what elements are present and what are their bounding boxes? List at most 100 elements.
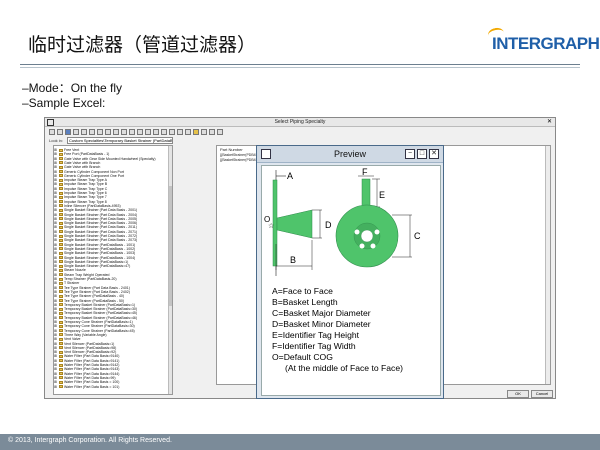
folder-icon: [59, 260, 63, 264]
specialty-tree[interactable]: ⊞ Free Vent ⊞ Free Port (PartDataBasis - 1)…: [53, 145, 173, 395]
close-preview-icon[interactable]: ✕: [429, 149, 439, 159]
legend-line: C=Basket Major Diameter: [272, 308, 371, 318]
cut-icon[interactable]: [89, 129, 95, 135]
folder-icon: [59, 182, 63, 186]
bullet-sample-excel: –Sample Excel:: [22, 96, 106, 110]
cog-marker: ☆: [268, 222, 274, 230]
forward-icon[interactable]: [57, 129, 63, 135]
folder-icon: [59, 238, 63, 242]
details-view-icon[interactable]: [81, 129, 87, 135]
identifier-tag: [361, 178, 371, 208]
header-divider-secondary: [20, 67, 580, 68]
folder-icon: [59, 294, 63, 298]
dim-label-f: F: [362, 167, 368, 177]
cone-basket: [276, 209, 313, 239]
tree-item-label: Water Filter (Part Data Basis = 101): [64, 384, 120, 389]
paste-icon[interactable]: [105, 129, 111, 135]
tree-scrollbar-thumb[interactable]: [169, 186, 172, 306]
folder-icon: [59, 234, 63, 238]
legend-line: D=Basket Minor Diameter: [272, 319, 371, 329]
folder-icon: [59, 376, 63, 380]
folder-icon: [59, 316, 63, 320]
folder-icon: [59, 187, 63, 191]
part-list-row[interactable]: {{BasketStrainer(PDB45)}: [220, 158, 260, 162]
folder-icon: [59, 337, 63, 341]
folder-icon: [59, 363, 63, 367]
small-icons-icon[interactable]: [137, 129, 143, 135]
folder-icon: [59, 342, 63, 345]
folder-icon: [59, 230, 63, 234]
tree-scrollbar[interactable]: [168, 146, 172, 394]
part-list-scrollbar[interactable]: [545, 146, 550, 384]
large-icons-icon[interactable]: [129, 129, 135, 135]
folder-icon: [59, 170, 63, 173]
folder-icon: [59, 191, 63, 195]
up-folder-icon[interactable]: [65, 129, 71, 135]
help-icon[interactable]: [217, 129, 223, 135]
maximize-icon[interactable]: □: [417, 149, 427, 159]
list-view-icon[interactable]: [73, 129, 79, 135]
preview-canvas: A D O ☆ B F E C A=Face to Face B=Basket …: [261, 165, 441, 396]
folder-icon: [59, 178, 63, 182]
legend-line: E=Identifier Tag Height: [272, 330, 360, 340]
legend-line: A=Face to Face: [272, 286, 333, 296]
folder-icon: [59, 350, 63, 354]
back-icon[interactable]: [49, 129, 55, 135]
folder-icon: [59, 213, 63, 216]
preview-icon[interactable]: [201, 129, 207, 135]
folder-icon: [59, 307, 63, 311]
look-in-label: Look in:: [49, 138, 64, 143]
tree-item[interactable]: ⊞ Water Filter (Part Data Basis = 101): [54, 385, 119, 389]
folder-icon: [59, 367, 63, 371]
legend-line: (At the middle of Face to Face): [285, 363, 403, 373]
folder-icon: [59, 200, 63, 204]
folder-icon: [59, 380, 63, 384]
cancel-button[interactable]: Cancel: [531, 390, 553, 398]
folder-icon: [59, 148, 63, 152]
folder-icon: [59, 208, 63, 212]
dim-label-a: A: [287, 171, 293, 181]
new-folder-icon[interactable]: [161, 129, 167, 135]
folder-icon: [59, 286, 63, 290]
slide-title: 临时过滤器（管道过滤器）: [28, 34, 257, 56]
tree-view-icon[interactable]: [169, 129, 175, 135]
preview-title: Preview: [333, 149, 366, 159]
dim-label-b: B: [290, 255, 296, 265]
folder-icon: [59, 268, 63, 272]
folder-icon: [59, 346, 63, 350]
intergraph-logo: INTERGRAPH: [486, 26, 600, 54]
minimize-icon[interactable]: −: [405, 149, 415, 159]
part-number-column-header[interactable]: Part Number: [220, 147, 243, 152]
dim-label-d: D: [325, 220, 332, 230]
delete-icon[interactable]: [113, 129, 119, 135]
filter-icon[interactable]: [209, 129, 215, 135]
look-in-dropdown[interactable]: Custom Specialties\Temporary Basket Stra…: [67, 137, 173, 144]
sort-icon[interactable]: [145, 129, 151, 135]
logo-text: INTERGRAPH: [492, 34, 600, 53]
folder-icon: [59, 217, 63, 221]
legend-line: O=Default COG: [272, 352, 333, 362]
slide-footer: © 2013, Intergraph Corporation. All Righ…: [0, 434, 600, 450]
strainer-drawing: A D O ☆ B F E C: [264, 167, 421, 276]
close-icon[interactable]: ✕: [547, 119, 552, 126]
dim-label-c: C: [414, 231, 421, 241]
folder-icon: [59, 221, 63, 225]
copy-icon[interactable]: [97, 129, 103, 135]
folder-icon: [59, 264, 63, 268]
folder-icon: [59, 204, 63, 208]
folder-icon: [59, 243, 63, 247]
folder-icon: [59, 174, 63, 178]
legend-line: B=Basket Length: [272, 297, 338, 307]
ok-button[interactable]: OK: [507, 390, 529, 398]
properties-icon[interactable]: [121, 129, 127, 135]
settings-icon[interactable]: [185, 129, 191, 135]
folder-icon: [59, 311, 63, 315]
refresh-icon[interactable]: [153, 129, 159, 135]
folder-icon: [59, 152, 63, 156]
folder-icon: [59, 247, 63, 251]
folder-icon: [59, 290, 63, 294]
expand-icon[interactable]: ⊞: [54, 385, 58, 389]
search-icon[interactable]: [177, 129, 183, 135]
preview-titlebar: Preview − □ ✕: [257, 146, 443, 163]
folder-icon[interactable]: [193, 129, 199, 135]
